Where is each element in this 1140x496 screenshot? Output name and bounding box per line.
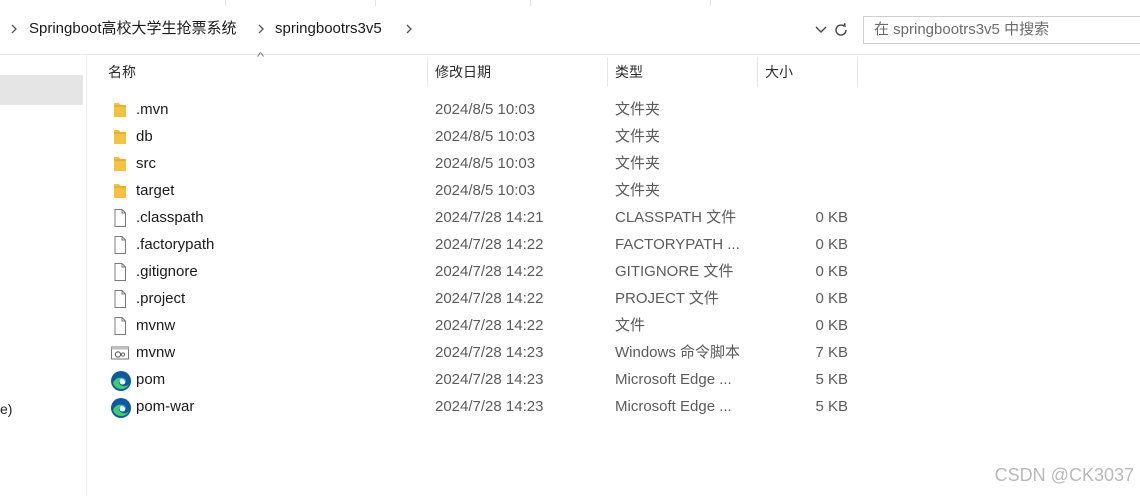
file-row[interactable]: target 2024/8/5 10:03 文件夹 — [100, 177, 880, 204]
file-type: 文件夹 — [615, 101, 661, 118]
file-name[interactable]: pom-war — [136, 393, 194, 420]
file-type: 文件夹 — [615, 155, 661, 172]
file-name[interactable]: .factorypath — [136, 231, 214, 258]
file-size: 0 KB — [815, 290, 848, 307]
file-row[interactable]: pom-war 2024/7/28 14:23 Microsoft Edge ...… — [100, 393, 880, 420]
chevron-right-icon[interactable] — [10, 14, 18, 44]
file-size: 0 KB — [815, 209, 848, 226]
divider — [0, 54, 1140, 55]
ribbon-segment — [375, 0, 531, 6]
file-modified-date: 2024/8/5 10:03 — [435, 101, 536, 118]
file-row[interactable]: .project 2024/7/28 14:22 PROJECT 文件 0 KB — [100, 285, 880, 312]
watermark: CSDN @CK3037 — [994, 465, 1134, 485]
breadcrumb-item-current[interactable]: springbootrs3v5 — [275, 14, 382, 44]
ribbon-segment — [710, 0, 861, 6]
file-name[interactable]: pom — [136, 366, 165, 393]
address-bar: Springboot高校大学生抢票系统 springbootrs3v5 在 sp… — [0, 14, 1140, 44]
breadcrumb-item-parent[interactable]: Springboot高校大学生抢票系统 — [29, 14, 237, 44]
folder-icon — [110, 181, 130, 201]
navigation-pane[interactable]: e) — [0, 55, 87, 496]
chevron-right-icon[interactable] — [257, 14, 265, 44]
file-name[interactable]: mvnw — [136, 339, 175, 366]
file-row[interactable]: src 2024/8/5 10:03 文件夹 — [100, 150, 880, 177]
file-icon — [110, 316, 130, 336]
file-size — [748, 177, 848, 204]
file-row[interactable]: mvnw 2024/7/28 14:22 文件 0 KB — [100, 312, 880, 339]
file-modified-date: 2024/7/28 14:21 — [435, 209, 544, 226]
edge-icon — [110, 397, 131, 418]
column-divider[interactable] — [857, 57, 858, 87]
column-header-date[interactable]: 修改日期 — [427, 57, 607, 87]
file-name[interactable]: .classpath — [136, 204, 204, 231]
file-type: FACTORYPATH ... — [615, 236, 740, 253]
file-type: 文件夹 — [615, 128, 661, 145]
refresh-icon[interactable] — [829, 18, 853, 42]
column-headers: ^ 名称 修改日期 类型 大小 — [100, 51, 880, 87]
ribbon-remnant — [0, 0, 1140, 8]
file-modified-date: 2024/8/5 10:03 — [435, 128, 536, 145]
file-type: Windows 命令脚本 — [615, 344, 741, 361]
file-modified-date: 2024/7/28 14:22 — [435, 317, 544, 334]
file-name[interactable]: db — [136, 123, 153, 150]
file-modified-date: 2024/7/28 14:22 — [435, 263, 544, 280]
file-name[interactable]: .mvn — [136, 96, 169, 123]
file-row[interactable]: pom 2024/7/28 14:23 Microsoft Edge ... 5 KB — [100, 366, 880, 393]
ribbon-segment — [225, 0, 376, 6]
file-size: 0 KB — [815, 263, 848, 280]
edge-icon — [110, 370, 131, 391]
file-modified-date: 2024/8/5 10:03 — [435, 182, 536, 199]
file-modified-date: 2024/7/28 14:23 — [435, 398, 544, 415]
file-name[interactable]: .gitignore — [136, 258, 198, 285]
file-size: 0 KB — [815, 317, 848, 334]
file-name[interactable]: target — [136, 177, 174, 204]
column-header-name[interactable]: 名称 — [100, 57, 427, 87]
file-size — [748, 96, 848, 123]
search-input[interactable]: 在 springbootrs3v5 中搜索 — [863, 16, 1140, 44]
file-icon — [110, 235, 130, 255]
file-type: 文件夹 — [615, 182, 661, 199]
file-icon — [110, 208, 130, 228]
column-header-size[interactable]: 大小 — [757, 57, 857, 87]
script-icon — [110, 343, 130, 363]
file-row[interactable]: .classpath 2024/7/28 14:21 CLASSPATH 文件 0 K… — [100, 204, 880, 231]
file-modified-date: 2024/7/28 14:23 — [435, 344, 544, 361]
file-row[interactable]: mvnw 2024/7/28 14:23 Windows 命令脚本 7 KB — [100, 339, 880, 366]
folder-icon — [110, 127, 130, 147]
file-type: Microsoft Edge ... — [615, 371, 732, 388]
file-modified-date: 2024/7/28 14:22 — [435, 236, 544, 253]
nav-item-label[interactable]: e) — [0, 401, 12, 417]
file-name[interactable]: src — [136, 150, 156, 177]
file-type: 文件 — [615, 317, 646, 334]
file-size: 0 KB — [815, 236, 848, 253]
file-icon — [110, 289, 130, 309]
file-row[interactable]: db 2024/8/5 10:03 文件夹 — [100, 123, 880, 150]
file-modified-date: 2024/8/5 10:03 — [435, 155, 536, 172]
file-row[interactable]: .factorypath 2024/7/28 14:22 FACTORYPATH .… — [100, 231, 880, 258]
folder-icon — [110, 100, 130, 120]
breadcrumb[interactable]: Springboot高校大学生抢票系统 springbootrs3v5 — [0, 14, 830, 44]
file-size — [748, 123, 848, 150]
column-header-type[interactable]: 类型 — [607, 57, 757, 87]
nav-item-selected[interactable] — [0, 75, 83, 105]
file-size: 7 KB — [815, 344, 848, 361]
file-row[interactable]: .mvn 2024/8/5 10:03 文件夹 — [100, 96, 880, 123]
file-type: GITIGNORE 文件 — [615, 263, 734, 280]
file-icon — [110, 262, 130, 282]
file-size: 5 KB — [815, 371, 848, 388]
file-size — [748, 150, 848, 177]
chevron-down-icon[interactable] — [811, 19, 831, 41]
file-type: Microsoft Edge ... — [615, 398, 732, 415]
ribbon-segment — [530, 0, 711, 6]
file-modified-date: 2024/7/28 14:23 — [435, 371, 544, 388]
file-type: PROJECT 文件 — [615, 290, 719, 307]
file-name[interactable]: mvnw — [136, 312, 175, 339]
file-row[interactable]: .gitignore 2024/7/28 14:22 GITIGNORE 文件 0 K… — [100, 258, 880, 285]
file-name[interactable]: .project — [136, 285, 185, 312]
file-type: CLASSPATH 文件 — [615, 209, 737, 226]
chevron-right-icon[interactable] — [405, 14, 413, 44]
file-size: 5 KB — [815, 398, 848, 415]
file-modified-date: 2024/7/28 14:22 — [435, 290, 544, 307]
folder-icon — [110, 154, 130, 174]
